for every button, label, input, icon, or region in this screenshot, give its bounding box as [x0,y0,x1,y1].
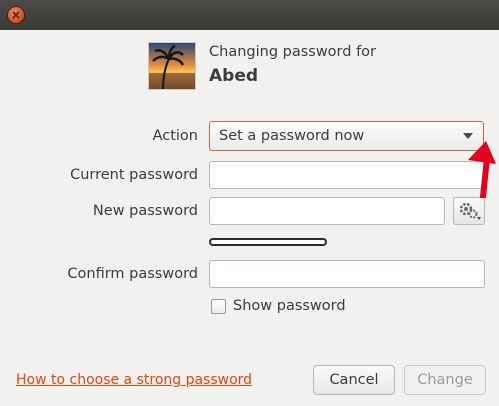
dialog-heading: Changing password for [209,44,377,60]
avatar-image [149,43,195,89]
chevron-down-icon [463,133,473,139]
close-icon [12,11,20,19]
current-password-field[interactable] [209,161,485,189]
action-label: Action [152,128,198,144]
show-password-checkbox[interactable] [211,299,226,314]
username: Abed [209,66,259,86]
confirm-password-field[interactable] [209,260,485,288]
action-combobox-value: Set a password now [219,128,365,144]
cancel-button[interactable]: Cancel [313,365,395,395]
show-password-label[interactable]: Show password [233,298,346,314]
change-button[interactable]: Change [404,365,486,395]
new-password-label: New password [92,203,198,219]
new-password-field[interactable] [209,197,445,225]
password-strength-bar [209,238,327,246]
avatar[interactable] [148,42,196,90]
generate-password-icon [459,202,481,220]
confirm-password-label: Confirm password [67,266,198,282]
current-password-label: Current password [70,167,198,183]
generate-password-button[interactable] [453,197,485,225]
window-titlebar [0,0,499,30]
red-arrow-annotation [468,141,496,198]
action-combobox[interactable]: Set a password now [209,121,484,151]
close-button[interactable] [8,7,24,23]
strong-password-help-link[interactable]: How to choose a strong password [16,372,252,388]
